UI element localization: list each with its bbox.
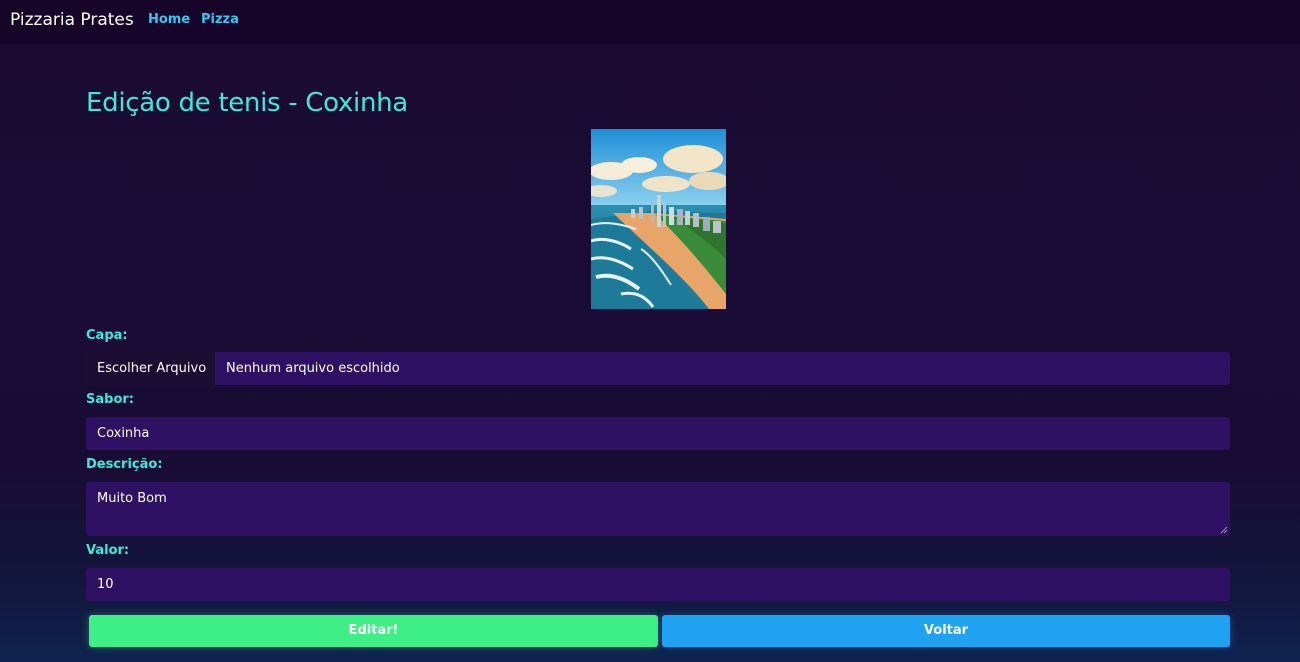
sabor-input[interactable]: Coxinha	[86, 417, 1230, 450]
descricao-value: Muito Bom	[97, 491, 167, 506]
sabor-label: Sabor:	[86, 392, 134, 407]
file-status-text: Nenhum arquivo escolhido	[226, 361, 400, 376]
descricao-textarea[interactable]: Muito Bom	[86, 482, 1230, 536]
edit-button[interactable]: Editar!	[89, 615, 658, 647]
page-title: Edição de tenis - Coxinha	[86, 88, 408, 118]
nav-link-home[interactable]: Home	[148, 12, 190, 27]
brand-logo[interactable]: Pizzaria Prates	[10, 10, 134, 30]
cover-image-illustration	[591, 129, 726, 309]
descricao-label: Descrição:	[86, 457, 163, 472]
navbar: Pizzaria Prates Home Pizza	[0, 0, 1300, 44]
valor-label: Valor:	[86, 543, 130, 558]
choose-file-button[interactable]: Escolher Arquivo	[86, 352, 215, 385]
resize-handle-icon[interactable]	[1220, 526, 1228, 534]
capa-file-input[interactable]: Escolher Arquivo Nenhum arquivo escolhid…	[86, 352, 1230, 385]
back-button[interactable]: Voltar	[662, 615, 1230, 647]
valor-input[interactable]: 10	[86, 568, 1230, 601]
nav-link-pizza[interactable]: Pizza	[201, 12, 239, 27]
capa-label: Capa:	[86, 328, 128, 343]
cover-image	[591, 129, 726, 309]
